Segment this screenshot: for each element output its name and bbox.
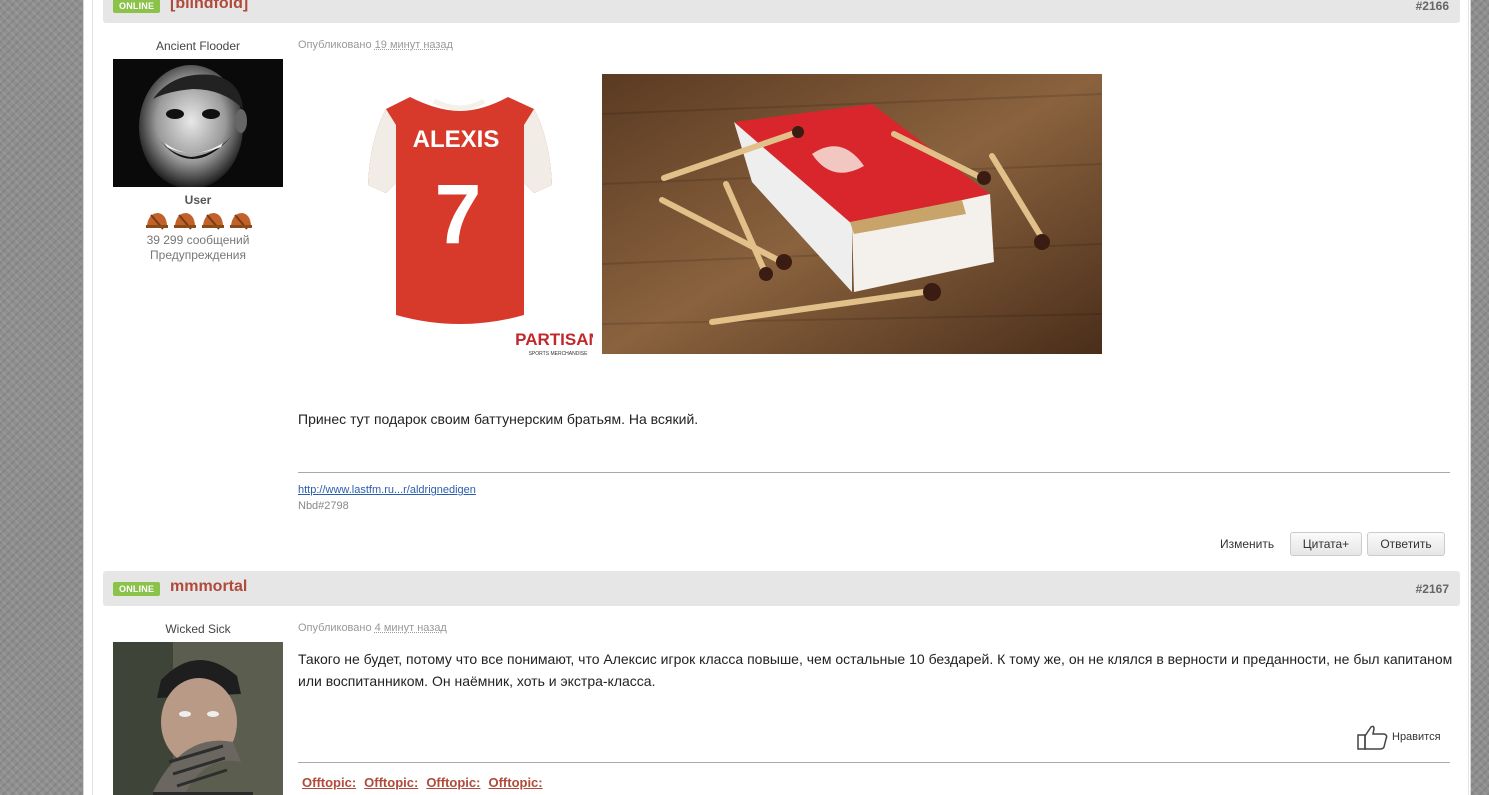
status-badge: ONLINE [113, 0, 161, 13]
published-time: 19 минут назад [374, 39, 453, 51]
offtopic-link[interactable]: Offtopic: [364, 775, 418, 790]
author-name[interactable]: mmmortal [170, 578, 247, 596]
brand-logo: PARTISAN [515, 330, 593, 349]
man-avatar-image [113, 642, 283, 795]
brand-subtitle: SPORTS MERCHANDISE [529, 351, 588, 357]
rank-helmet-icon [145, 213, 168, 230]
user-info: Wicked Sick [113, 622, 283, 795]
jersey-name: ALEXIS [413, 126, 500, 153]
frame-line-left [92, 0, 93, 795]
reply-button[interactable]: Ответить [1367, 532, 1445, 556]
post-meta: Опубликовано 19 минут назад [298, 39, 453, 51]
frame-line-right [1468, 0, 1469, 795]
avatar[interactable] [113, 59, 283, 187]
user-group: User [184, 193, 212, 207]
user-info: Ancient Flooder User 39 299 сообщений Пр… [113, 39, 283, 263]
matches-image[interactable] [602, 74, 1102, 354]
rank-helmet-icon [201, 213, 224, 230]
signature-tags: Offtopic: Offtopic: Offtopic: Offtopic: [302, 775, 543, 790]
joker-avatar-image [113, 59, 283, 187]
jersey-image[interactable]: ALEXIS 7 PARTISAN SPORTS MERCHANDISE [338, 89, 593, 359]
post-text: Такого не будет, потому что все понимают… [298, 651, 1453, 689]
signature-divider [298, 762, 1450, 763]
like-label: Нравится [1392, 731, 1441, 743]
user-title: Ancient Flooder [155, 39, 241, 53]
signature-text: Nbd#2798 [298, 500, 349, 512]
offtopic-link[interactable]: Offtopic: [426, 775, 480, 790]
post-header: ONLINE [blindfold] #2166 [103, 0, 1460, 23]
status-badge: ONLINE [113, 582, 161, 596]
jersey-number: 7 [435, 167, 482, 261]
rank-helmet-icon [173, 213, 196, 230]
avatar[interactable] [113, 642, 283, 795]
offtopic-link[interactable]: Offtopic: [488, 775, 542, 790]
offtopic-link[interactable]: Offtopic: [302, 775, 356, 790]
signature-divider [298, 472, 1450, 473]
user-title: Wicked Sick [165, 622, 231, 636]
post-header: ONLINE mmmortal #2167 [103, 571, 1460, 606]
published-label: Опубликовано [298, 39, 372, 51]
edit-button[interactable]: Изменить [1220, 537, 1274, 551]
post-number-link[interactable]: #2166 [1416, 0, 1449, 13]
rank-icons [113, 209, 283, 233]
forum-content: ONLINE [blindfold] #2166 Ancient Flooder [84, 0, 1470, 795]
post-text: Принес тут подарок своим баттунерским бр… [298, 411, 699, 427]
post-meta: Опубликовано 4 минут назад [298, 622, 447, 634]
post-number-link[interactable]: #2167 [1416, 582, 1449, 596]
published-label: Опубликовано [298, 622, 372, 634]
author-name[interactable]: [blindfold] [170, 0, 248, 13]
thumbs-up-icon [1357, 725, 1388, 750]
published-time: 4 минут назад [374, 622, 447, 634]
quote-button[interactable]: Цитата+ [1290, 532, 1362, 556]
signature-link[interactable]: http://www.lastfm.ru...r/aldrignedigen [298, 484, 476, 496]
rank-helmet-icon [229, 213, 252, 230]
warnings-link[interactable]: Предупреждения [113, 248, 283, 263]
message-count[interactable]: 39 299 сообщений [113, 233, 283, 248]
like-button[interactable]: Нравится [1357, 724, 1441, 750]
